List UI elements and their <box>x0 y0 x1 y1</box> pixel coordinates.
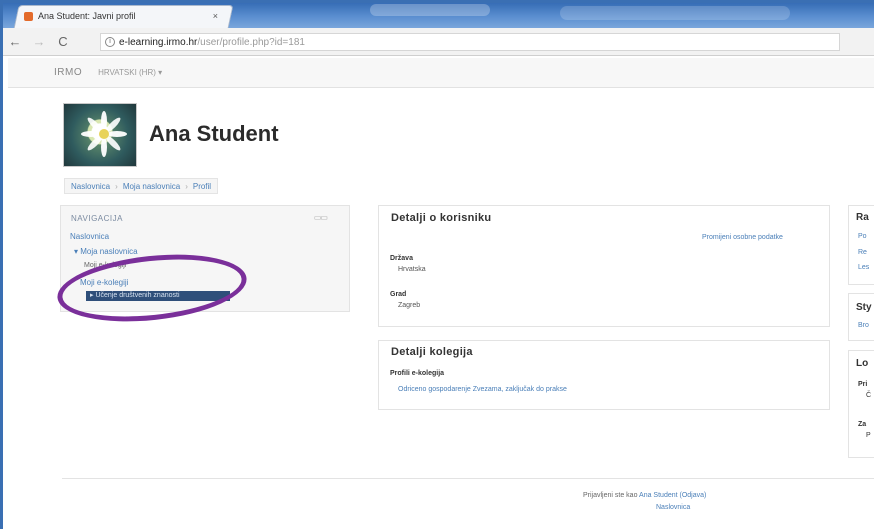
right-block-1-link-2[interactable]: Re <box>858 249 867 256</box>
breadcrumb-item-home[interactable]: Naslovnica <box>71 182 110 191</box>
footer-login-info: Prijavljeni ste kao Ana Student (Odjava) <box>583 492 706 499</box>
nav-item-dashboard[interactable]: ▾ Moja naslovnica <box>74 247 138 256</box>
city-value: Zagreb <box>398 302 421 309</box>
course-details-title: Detalji kolegija <box>391 346 473 358</box>
breadcrumb-separator: › <box>185 181 188 191</box>
block-controls-icon[interactable]: ▭▭ <box>314 213 328 222</box>
country-label: Država <box>390 255 413 262</box>
right-block-2-link[interactable]: Bro <box>858 322 869 329</box>
right-block-1-link-1[interactable]: Po <box>858 233 867 240</box>
language-menu[interactable]: HRVATSKI (HR) ▾ <box>98 68 162 77</box>
country-value: Hrvatska <box>398 266 426 273</box>
footer-divider <box>62 478 874 479</box>
footer-user-link[interactable]: Ana Student (Odjava) <box>639 492 706 499</box>
user-details-title: Detalji o korisniku <box>391 212 492 224</box>
breadcrumb-separator: › <box>115 181 118 191</box>
right-block-2-title: Sty <box>856 302 872 313</box>
right-block-3-label-2: Za <box>858 421 867 428</box>
breadcrumb-item-dashboard[interactable]: Moja naslovnica <box>123 182 180 191</box>
city-label: Grad <box>390 291 407 298</box>
site-brand[interactable]: IRMO <box>54 67 82 78</box>
breadcrumb-item-profile[interactable]: Profil <box>193 182 211 191</box>
course-profiles-label: Profili e-kolegija <box>390 370 445 377</box>
breadcrumb: Naslovnica › Moja naslovnica › Profil <box>64 178 219 194</box>
course-profile-link[interactable]: Odriceno gospodarenje Zvezama, zaključak… <box>398 386 567 393</box>
right-block-1-link-3[interactable]: Les <box>858 264 869 271</box>
footer-home-link[interactable]: Naslovnica <box>656 504 690 511</box>
right-block-3-label-1: Pri <box>858 381 868 388</box>
site-navbar: IRMO HRVATSKI (HR) ▾ <box>8 58 874 88</box>
footer-prefix: Prijavljeni ste kao <box>583 492 640 499</box>
right-block-3-value-1: Č <box>866 392 872 399</box>
right-block-3-title: Lo <box>856 358 869 369</box>
right-block-1-title: Ra <box>856 212 869 223</box>
right-block-2 <box>848 293 874 341</box>
avatar <box>63 103 137 167</box>
right-block-3-value-2: P <box>866 432 871 439</box>
daisy-icon <box>81 111 127 157</box>
edit-profile-link[interactable]: Promijeni osobne podatke <box>702 234 783 241</box>
page-title: Ana Student <box>149 121 279 146</box>
nav-item-home[interactable]: Naslovnica <box>70 232 109 241</box>
navigation-block-title: NAVIGACIJA <box>71 214 123 223</box>
